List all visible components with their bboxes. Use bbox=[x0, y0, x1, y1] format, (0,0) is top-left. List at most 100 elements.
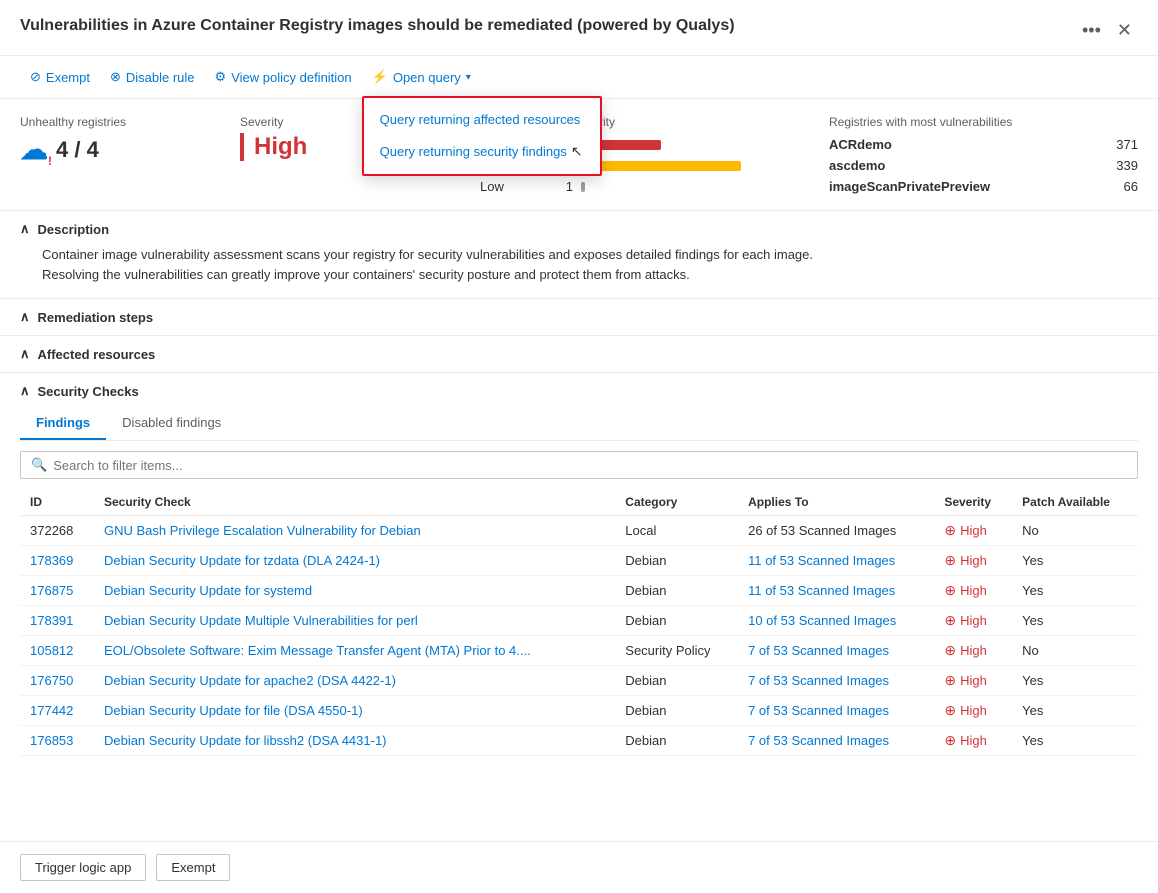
toolbar: ⊘ Exempt ⊗ Disable rule ⚙ View policy de… bbox=[0, 56, 1158, 99]
cloud-icon: ☁ ! bbox=[20, 133, 48, 166]
description-header[interactable]: ∧ Description bbox=[20, 221, 1138, 237]
close-button[interactable]: ✕ bbox=[1111, 16, 1138, 45]
open-query-dropdown: Query returning affected resources Query… bbox=[362, 96, 602, 176]
severity-high-icon: ⊕ bbox=[944, 582, 956, 599]
registries-block: Registries with most vulnerabilities ACR… bbox=[829, 115, 1138, 200]
cell-check[interactable]: Debian Security Update Multiple Vulnerab… bbox=[94, 606, 615, 636]
col-id: ID bbox=[20, 489, 94, 516]
tab-findings[interactable]: Findings bbox=[20, 407, 106, 440]
cell-id[interactable]: 176750 bbox=[20, 666, 94, 696]
remediation-header[interactable]: ∧ Remediation steps bbox=[20, 309, 1138, 325]
cell-patch: Yes bbox=[1012, 666, 1138, 696]
findings-tbody: 372268 GNU Bash Privilege Escalation Vul… bbox=[20, 516, 1138, 756]
cell-check[interactable]: Debian Security Update for apache2 (DSA … bbox=[94, 666, 615, 696]
cell-applies-to[interactable]: 7 of 53 Scanned Images bbox=[738, 666, 934, 696]
query-affected-resources-item[interactable]: Query returning affected resources bbox=[364, 104, 600, 135]
cell-patch: No bbox=[1012, 636, 1138, 666]
cell-id[interactable]: 177442 bbox=[20, 696, 94, 726]
cell-category: Debian bbox=[615, 666, 738, 696]
header-actions: ••• ✕ bbox=[1076, 16, 1138, 45]
cell-applies-to[interactable]: 7 of 53 Scanned Images bbox=[738, 726, 934, 756]
tab-disabled-findings[interactable]: Disabled findings bbox=[106, 407, 237, 440]
cell-severity: ⊕High bbox=[934, 726, 1012, 756]
cell-category: Debian bbox=[615, 696, 738, 726]
security-checks-header[interactable]: ∧ Security Checks bbox=[20, 383, 1138, 399]
cursor-icon: ↖ bbox=[571, 143, 583, 160]
cell-check[interactable]: Debian Security Update for libssh2 (DSA … bbox=[94, 726, 615, 756]
cell-check[interactable]: Debian Security Update for tzdata (DLA 2… bbox=[94, 546, 615, 576]
col-applies-to: Applies To bbox=[738, 489, 934, 516]
registry-row: ACRdemo371 bbox=[829, 137, 1138, 152]
policy-icon: ⚙ bbox=[215, 69, 227, 85]
cell-id: 372268 bbox=[20, 516, 94, 546]
col-category: Category bbox=[615, 489, 738, 516]
table-row: 176750 Debian Security Update for apache… bbox=[20, 666, 1138, 696]
table-row: 177442 Debian Security Update for file (… bbox=[20, 696, 1138, 726]
unhealthy-value: 4 / 4 bbox=[56, 137, 99, 163]
severity-high-icon: ⊕ bbox=[944, 642, 956, 659]
table-row: 178391 Debian Security Update Multiple V… bbox=[20, 606, 1138, 636]
chevron-down-icon: ∧ bbox=[20, 221, 30, 237]
disable-icon: ⊗ bbox=[110, 69, 121, 85]
severity-high-icon: ⊕ bbox=[944, 702, 956, 719]
cell-patch: Yes bbox=[1012, 576, 1138, 606]
exempt-icon: ⊘ bbox=[30, 69, 41, 85]
footer-exempt-button[interactable]: Exempt bbox=[156, 854, 230, 881]
registries-list: ACRdemo371 ascdemo 339 imageScanPrivatePrev… bbox=[829, 137, 1138, 194]
security-checks-section: ∧ Security Checks Findings Disabled find… bbox=[0, 373, 1158, 756]
cell-patch: Yes bbox=[1012, 696, 1138, 726]
table-header-row: ID Security Check Category Applies To Se… bbox=[20, 489, 1138, 516]
cell-id[interactable]: 176853 bbox=[20, 726, 94, 756]
cell-category: Debian bbox=[615, 726, 738, 756]
chevron-right-icon: ∧ bbox=[20, 346, 30, 362]
cell-patch: No bbox=[1012, 516, 1138, 546]
cell-applies-to[interactable]: 11 of 53 Scanned Images bbox=[738, 546, 934, 576]
cell-patch: Yes bbox=[1012, 606, 1138, 636]
cell-id[interactable]: 105812 bbox=[20, 636, 94, 666]
cell-applies-to[interactable]: 7 of 53 Scanned Images bbox=[738, 636, 934, 666]
cell-category: Local bbox=[615, 516, 738, 546]
cell-id[interactable]: 178369 bbox=[20, 546, 94, 576]
more-options-button[interactable]: ••• bbox=[1076, 16, 1107, 45]
search-input[interactable] bbox=[53, 458, 1127, 473]
cell-applies-to[interactable]: 11 of 53 Scanned Images bbox=[738, 576, 934, 606]
medium-bar bbox=[581, 161, 741, 171]
search-icon: 🔍 bbox=[31, 457, 47, 473]
table-row: 105812 EOL/Obsolete Software: Exim Messa… bbox=[20, 636, 1138, 666]
cell-applies-to: 26 of 53 Scanned Images bbox=[738, 516, 934, 546]
low-severity-row: Low 1 bbox=[480, 179, 789, 194]
cell-check[interactable]: GNU Bash Privilege Escalation Vulnerabil… bbox=[94, 516, 615, 546]
cell-applies-to[interactable]: 7 of 53 Scanned Images bbox=[738, 696, 934, 726]
registry-name: imageScanPrivatePreview bbox=[829, 179, 990, 194]
cell-severity: ⊕High bbox=[934, 546, 1012, 576]
query-security-findings-item[interactable]: Query returning security findings ↖ bbox=[364, 135, 600, 168]
col-patch: Patch Available bbox=[1012, 489, 1138, 516]
cell-check[interactable]: Debian Security Update for file (DSA 455… bbox=[94, 696, 615, 726]
registry-count: 339 bbox=[1116, 158, 1138, 173]
cell-severity: ⊕High bbox=[934, 516, 1012, 546]
chevron-down-icon: ∧ bbox=[20, 383, 30, 399]
cell-patch: Yes bbox=[1012, 546, 1138, 576]
severity-high-icon: ⊕ bbox=[944, 732, 956, 749]
affected-resources-header[interactable]: ∧ Affected resources bbox=[20, 346, 1138, 362]
query-icon: ⚡ bbox=[372, 69, 388, 85]
view-policy-button[interactable]: ⚙ View policy definition bbox=[205, 64, 362, 90]
cell-applies-to[interactable]: 10 of 53 Scanned Images bbox=[738, 606, 934, 636]
cell-check[interactable]: EOL/Obsolete Software: Exim Message Tran… bbox=[94, 636, 615, 666]
open-query-container: ⚡ Open query ▾ Query returning affected … bbox=[362, 64, 481, 90]
trigger-logic-app-button[interactable]: Trigger logic app bbox=[20, 854, 146, 881]
cell-category: Security Policy bbox=[615, 636, 738, 666]
disable-rule-button[interactable]: ⊗ Disable rule bbox=[100, 64, 205, 90]
chevron-right-icon: ∧ bbox=[20, 309, 30, 325]
col-severity: Severity bbox=[934, 489, 1012, 516]
cell-category: Debian bbox=[615, 576, 738, 606]
cell-id[interactable]: 178391 bbox=[20, 606, 94, 636]
cell-severity: ⊕High bbox=[934, 636, 1012, 666]
severity-value: High bbox=[240, 133, 307, 161]
findings-table: ID Security Check Category Applies To Se… bbox=[20, 489, 1138, 756]
open-query-button[interactable]: ⚡ Open query ▾ bbox=[362, 64, 481, 90]
cell-id[interactable]: 176875 bbox=[20, 576, 94, 606]
cell-check[interactable]: Debian Security Update for systemd bbox=[94, 576, 615, 606]
exempt-button[interactable]: ⊘ Exempt bbox=[20, 64, 100, 90]
registry-name: ascdemo bbox=[829, 158, 885, 173]
